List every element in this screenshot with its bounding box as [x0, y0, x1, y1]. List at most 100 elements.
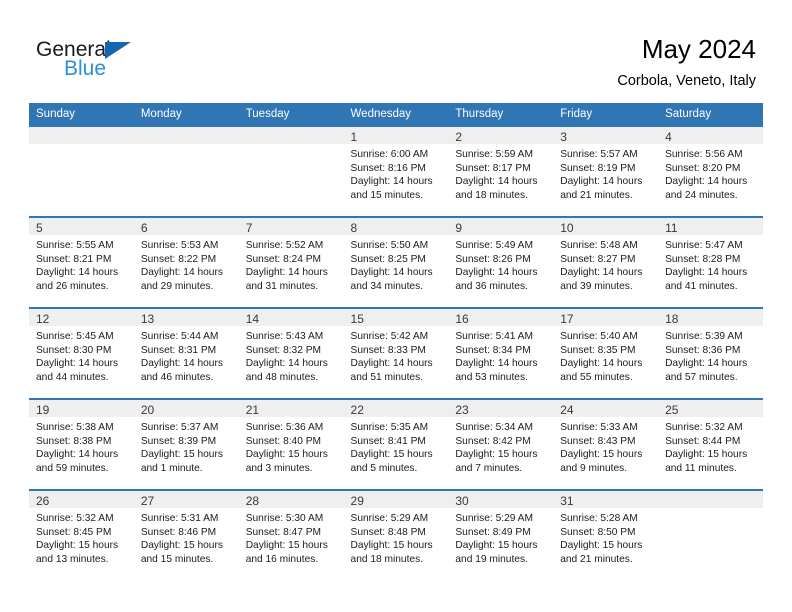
calendar-day-cell[interactable]: 21 Sunrise: 5:36 AM Sunset: 8:40 PM Dayligh…: [238, 398, 344, 490]
sunset-text: Sunset: 8:28 PM: [665, 253, 741, 265]
day-details: Sunrise: 5:44 AM Sunset: 8:31 PM Daylight:…: [134, 326, 239, 384]
calendar-day-cell[interactable]: 23 Sunrise: 5:34 AM Sunset: 8:42 PM Dayligh…: [448, 398, 554, 490]
daylight-text-line1: Daylight: 14 hours: [455, 358, 538, 370]
day-details: Sunrise: 5:37 AM Sunset: 8:39 PM Daylight:…: [134, 417, 239, 475]
daylight-text-line1: Daylight: 15 hours: [245, 449, 328, 461]
calendar-day-cell[interactable]: 11 Sunrise: 5:47 AM Sunset: 8:28 PM Dayligh…: [658, 216, 763, 308]
calendar-day-cell[interactable]: 17 Sunrise: 5:40 AM Sunset: 8:35 PM Dayligh…: [553, 307, 659, 399]
calendar-day-cell[interactable]: 15 Sunrise: 5:42 AM Sunset: 8:33 PM Dayligh…: [343, 307, 449, 399]
sunset-text: Sunset: 8:31 PM: [140, 344, 217, 356]
day-details: Sunrise: 5:56 AM Sunset: 8:20 PM Daylight:…: [658, 144, 763, 202]
calendar-day-cell[interactable]: 1 Sunrise: 6:00 AM Sunset: 8:16 PM Daylight…: [343, 125, 449, 217]
day-details: Sunrise: 5:34 AM Sunset: 8:42 PM Daylight:…: [448, 417, 553, 475]
daylight-text-line1: Daylight: 15 hours: [560, 540, 643, 552]
day-details: Sunrise: 5:28 AM Sunset: 8:50 PM Daylight:…: [553, 508, 658, 566]
daylight-text-line1: Daylight: 15 hours: [245, 540, 328, 552]
daylight-text-line2: and 18 minutes.: [350, 553, 424, 565]
daylight-text-line1: Daylight: 14 hours: [350, 176, 433, 188]
sunset-text: Sunset: 8:50 PM: [560, 526, 636, 538]
sunrise-text: Sunrise: 5:42 AM: [350, 331, 429, 342]
sunrise-text: Sunrise: 6:00 AM: [350, 149, 429, 160]
calendar-day-cell[interactable]: 25 Sunrise: 5:32 AM Sunset: 8:44 PM Dayligh…: [658, 398, 763, 490]
daylight-text-line1: Daylight: 14 hours: [140, 358, 223, 370]
day-number: 15: [343, 309, 449, 326]
daylight-text-line2: and 59 minutes.: [36, 462, 109, 474]
daylight-text-line1: Daylight: 15 hours: [140, 449, 223, 461]
day-number: [29, 127, 134, 144]
day-number: 12: [29, 309, 134, 326]
daylight-text-line2: and 9 minutes.: [560, 462, 628, 474]
daylight-text-line2: and 1 minute.: [140, 462, 203, 474]
calendar-day-cell[interactable]: 24 Sunrise: 5:33 AM Sunset: 8:43 PM Dayligh…: [553, 398, 659, 490]
day-details: Sunrise: 5:38 AM Sunset: 8:38 PM Daylight:…: [29, 417, 134, 475]
daylight-text-line1: Daylight: 14 hours: [36, 267, 119, 279]
day-details: Sunrise: 5:50 AM Sunset: 8:25 PM Daylight:…: [344, 235, 449, 293]
sunrise-text: Sunrise: 5:49 AM: [455, 240, 533, 251]
sunrise-text: Sunrise: 5:33 AM: [560, 422, 638, 433]
calendar-day-cell[interactable]: 7 Sunrise: 5:52 AM Sunset: 8:24 PM Daylight…: [238, 216, 344, 308]
weekday-header-row: Sunday Monday Tuesday Wednesday Thursday…: [29, 103, 763, 126]
daylight-text-line1: Daylight: 15 hours: [455, 449, 538, 461]
sunset-text: Sunset: 8:17 PM: [455, 162, 531, 174]
sunrise-text: Sunrise: 5:34 AM: [455, 422, 533, 433]
calendar-day-cell[interactable]: 22 Sunrise: 5:35 AM Sunset: 8:41 PM Dayligh…: [343, 398, 449, 490]
weekday-header-thursday: Thursday: [448, 103, 554, 126]
sunrise-text: Sunrise: 5:50 AM: [350, 240, 429, 251]
calendar-day-cell[interactable]: 28 Sunrise: 5:30 AM Sunset: 8:47 PM Dayligh…: [238, 489, 344, 580]
sunrise-text: Sunrise: 5:53 AM: [140, 240, 219, 251]
daylight-text-line2: and 21 minutes.: [560, 189, 633, 201]
calendar-day-cell[interactable]: 2 Sunrise: 5:59 AM Sunset: 8:17 PM Daylight…: [448, 125, 554, 217]
daylight-text-line2: and 41 minutes.: [665, 280, 738, 292]
calendar-day-cell[interactable]: 20 Sunrise: 5:37 AM Sunset: 8:39 PM Dayligh…: [133, 398, 239, 490]
calendar-day-cell[interactable]: 19 Sunrise: 5:38 AM Sunset: 8:38 PM Dayligh…: [29, 398, 134, 490]
daylight-text-line2: and 53 minutes.: [455, 371, 528, 383]
calendar-day-cell[interactable]: 13 Sunrise: 5:44 AM Sunset: 8:31 PM Dayligh…: [133, 307, 239, 399]
daylight-text-line1: Daylight: 14 hours: [245, 267, 328, 279]
calendar-day-cell[interactable]: 27 Sunrise: 5:31 AM Sunset: 8:46 PM Dayligh…: [133, 489, 239, 580]
calendar-day-cell[interactable]: 9 Sunrise: 5:49 AM Sunset: 8:26 PM Daylight…: [448, 216, 554, 308]
calendar-day-cell[interactable]: 3 Sunrise: 5:57 AM Sunset: 8:19 PM Daylight…: [553, 125, 659, 217]
day-details: Sunrise: 5:59 AM Sunset: 8:17 PM Daylight:…: [448, 144, 553, 202]
calendar-day-cell[interactable]: 5 Sunrise: 5:55 AM Sunset: 8:21 PM Daylight…: [29, 216, 134, 308]
sunrise-text: Sunrise: 5:35 AM: [350, 422, 429, 433]
calendar-day-cell[interactable]: 4 Sunrise: 5:56 AM Sunset: 8:20 PM Daylight…: [658, 125, 763, 217]
day-number: 24: [553, 400, 659, 417]
weekday-header-sunday: Sunday: [29, 103, 134, 126]
daylight-text-line2: and 3 minutes.: [245, 462, 313, 474]
daylight-text-line1: Daylight: 14 hours: [560, 267, 643, 279]
daylight-text-line2: and 55 minutes.: [560, 371, 633, 383]
calendar-day-cell[interactable]: 16 Sunrise: 5:41 AM Sunset: 8:34 PM Dayligh…: [448, 307, 554, 399]
calendar-day-cell[interactable]: 12 Sunrise: 5:45 AM Sunset: 8:30 PM Dayligh…: [29, 307, 134, 399]
calendar-day-cell[interactable]: 8 Sunrise: 5:50 AM Sunset: 8:25 PM Daylight…: [343, 216, 449, 308]
triangle-icon: [105, 42, 131, 59]
daylight-text-line2: and 18 minutes.: [455, 189, 528, 201]
calendar-day-cell[interactable]: 31 Sunrise: 5:28 AM Sunset: 8:50 PM Dayligh…: [553, 489, 659, 580]
page-title: May 2024: [641, 34, 756, 64]
day-details: Sunrise: 5:52 AM Sunset: 8:24 PM Daylight:…: [239, 235, 344, 293]
sunrise-text: Sunrise: 5:31 AM: [140, 513, 219, 524]
calendar-day-cell[interactable]: 29 Sunrise: 5:29 AM Sunset: 8:48 PM Dayligh…: [343, 489, 449, 580]
daylight-text-line2: and 48 minutes.: [245, 371, 319, 383]
day-number: 3: [553, 127, 659, 144]
calendar-day-cell[interactable]: 30 Sunrise: 5:29 AM Sunset: 8:49 PM Dayligh…: [448, 489, 554, 580]
day-details: Sunrise: 5:35 AM Sunset: 8:41 PM Daylight:…: [344, 417, 449, 475]
day-number: 16: [448, 309, 554, 326]
sunset-text: Sunset: 8:41 PM: [350, 435, 426, 447]
general-blue-logo[interactable]: General Blue: [36, 38, 156, 84]
sunset-text: Sunset: 8:24 PM: [245, 253, 322, 265]
calendar-day-cell[interactable]: 18 Sunrise: 5:39 AM Sunset: 8:36 PM Dayligh…: [658, 307, 763, 399]
calendar-day-cell[interactable]: 6 Sunrise: 5:53 AM Sunset: 8:22 PM Daylight…: [133, 216, 239, 308]
daylight-text-line2: and 34 minutes.: [350, 280, 424, 292]
sunrise-text: Sunrise: 5:30 AM: [245, 513, 324, 524]
logo-text-blue: Blue: [64, 57, 107, 80]
calendar-day-cell[interactable]: 10 Sunrise: 5:48 AM Sunset: 8:27 PM Dayligh…: [553, 216, 659, 308]
sunset-text: Sunset: 8:34 PM: [455, 344, 531, 356]
sunrise-text: Sunrise: 5:41 AM: [455, 331, 533, 342]
calendar-day-cell[interactable]: 26 Sunrise: 5:32 AM Sunset: 8:45 PM Dayligh…: [29, 489, 134, 580]
day-details: Sunrise: 5:39 AM Sunset: 8:36 PM Daylight:…: [658, 326, 763, 384]
sunrise-text: Sunrise: 5:28 AM: [560, 513, 638, 524]
calendar-week-row: 5 Sunrise: 5:55 AM Sunset: 8:21 PM Daylight…: [29, 216, 763, 308]
daylight-text-line2: and 46 minutes.: [140, 371, 214, 383]
daylight-text-line1: Daylight: 15 hours: [140, 540, 223, 552]
calendar-day-cell[interactable]: 14 Sunrise: 5:43 AM Sunset: 8:32 PM Dayligh…: [238, 307, 344, 399]
